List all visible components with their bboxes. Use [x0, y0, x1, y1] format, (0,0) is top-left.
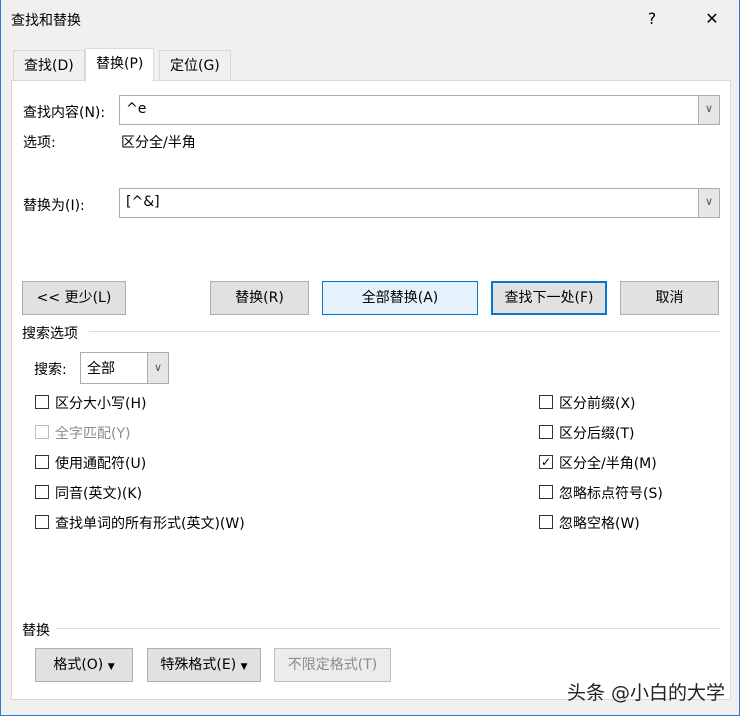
checkbox[interactable] [35, 425, 49, 439]
no-format-button[interactable]: 不限定格式(T) [274, 648, 391, 682]
checkbox[interactable] [35, 395, 49, 409]
find-label: 查找内容(N): [23, 105, 106, 121]
checkbox[interactable] [539, 425, 553, 439]
option-label: 忽略空格(W) [559, 516, 640, 532]
less-button[interactable]: << 更少(L) [22, 281, 126, 315]
checkbox[interactable] [35, 455, 49, 469]
dropdown-arrow-icon: ▼ [240, 662, 248, 672]
option-label: 全字匹配(Y) [55, 426, 131, 442]
checkbox[interactable] [539, 485, 553, 499]
special-format-label: 特殊格式(E) [160, 657, 237, 673]
replace-all-button[interactable]: 全部替换(A) [322, 281, 478, 315]
find-next-button[interactable]: 查找下一处(F) [491, 281, 607, 315]
option-label: 使用通配符(U) [55, 456, 147, 472]
find-input[interactable]: ^e ∨ [119, 95, 720, 125]
checkbox[interactable]: ✓ [539, 455, 553, 469]
options-value: 区分全/半角 [121, 135, 196, 151]
option-label: 区分前缀(X) [559, 396, 636, 412]
replace-button[interactable]: 替换(R) [210, 281, 309, 315]
checkbox[interactable] [539, 395, 553, 409]
replace-panel [11, 80, 731, 700]
option-label: 区分全/半角(M) [559, 456, 657, 472]
checkbox[interactable] [35, 515, 49, 529]
dropdown-arrow-icon: ▼ [107, 662, 115, 672]
window-title: 查找和替换 [11, 13, 81, 29]
search-direction-select[interactable]: 全部 ∨ [80, 352, 169, 384]
replace-section-heading: 替换 [22, 623, 50, 639]
options-label: 选项: [23, 135, 56, 151]
divider [89, 331, 720, 332]
format-label: 格式(O) [53, 657, 104, 673]
chevron-down-icon[interactable]: ∨ [698, 189, 719, 217]
option-label: 查找单词的所有形式(英文)(W) [55, 516, 245, 532]
watermark: 头条 @小白的大学 [566, 682, 725, 704]
cancel-button[interactable]: 取消 [620, 281, 719, 315]
find-value: ^e [126, 101, 147, 117]
replace-input[interactable]: [^&] ∨ [119, 188, 720, 218]
special-format-button[interactable]: 特殊格式(E) ▼ [147, 648, 261, 682]
search-options-heading: 搜索选项 [22, 326, 78, 342]
replace-label: 替换为(I): [23, 198, 85, 214]
tab-find[interactable]: 查找(D) [13, 50, 85, 81]
replace-value: [^&] [126, 194, 160, 210]
option-label: 忽略标点符号(S) [559, 486, 663, 502]
close-button[interactable]: ✕ [697, 4, 727, 34]
search-label: 搜索: [34, 362, 67, 378]
checkbox[interactable] [539, 515, 553, 529]
option-label: 区分后缀(T) [559, 426, 635, 442]
option-label: 同音(英文)(K) [55, 486, 143, 502]
divider [56, 628, 720, 629]
option-label: 区分大小写(H) [55, 396, 147, 412]
help-button[interactable]: ? [637, 4, 667, 34]
chevron-down-icon[interactable]: ∨ [147, 353, 168, 383]
tab-goto[interactable]: 定位(G) [159, 50, 231, 81]
search-direction-value: 全部 [87, 361, 115, 377]
checkbox[interactable] [35, 485, 49, 499]
format-button[interactable]: 格式(O) ▼ [35, 648, 133, 682]
tab-replace[interactable]: 替换(P) [85, 48, 155, 82]
chevron-down-icon[interactable]: ∨ [698, 96, 719, 124]
